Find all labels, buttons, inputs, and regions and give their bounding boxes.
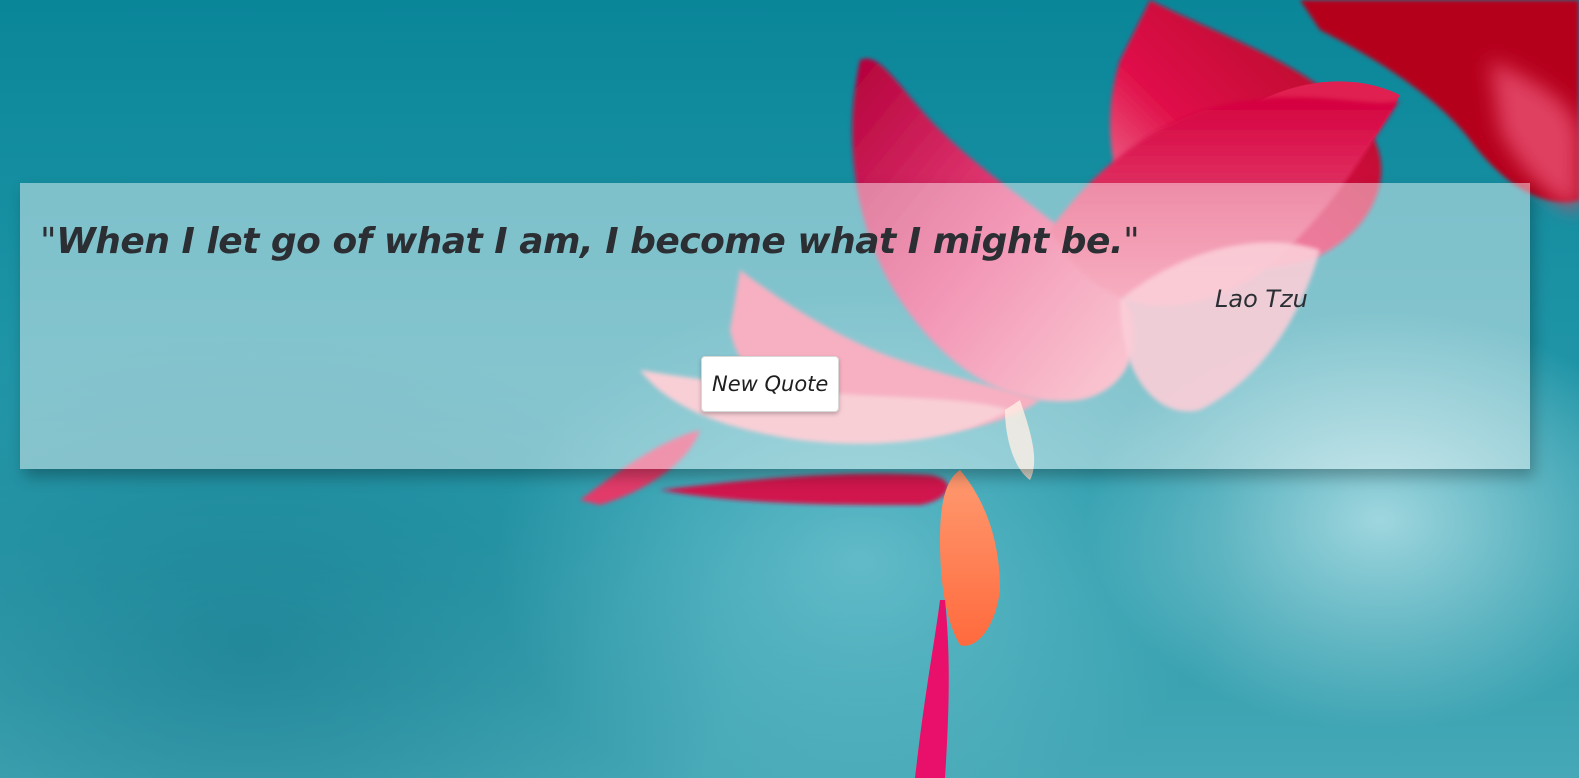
quote-author: Lao Tzu [1215, 285, 1308, 313]
quote-body: When I let go of what I am, I become wha… [56, 221, 1124, 262]
quote-open-mark: " [40, 221, 57, 262]
new-quote-button[interactable]: New Quote [701, 356, 840, 412]
quote-text: "When I let go of what I am, I become wh… [40, 221, 1140, 262]
page: "When I let go of what I am, I become wh… [0, 0, 1579, 778]
quote-close-mark: " [1123, 221, 1140, 262]
quote-panel: "When I let go of what I am, I become wh… [20, 183, 1530, 469]
